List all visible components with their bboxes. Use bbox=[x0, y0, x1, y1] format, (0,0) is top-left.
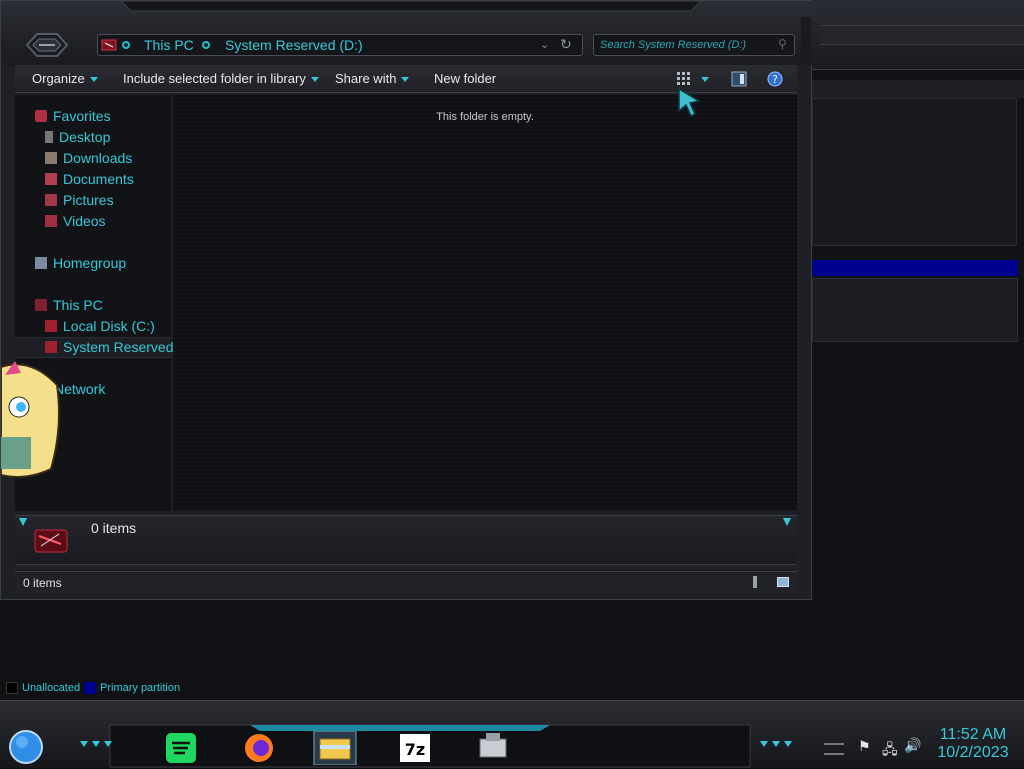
nav-local-disk[interactable]: Local Disk (C:) bbox=[45, 318, 155, 334]
share-label: Share with bbox=[335, 71, 397, 86]
address-bar[interactable]: This PC System Reserved (D:) ⌄ ↻ bbox=[97, 34, 583, 56]
videos-icon bbox=[45, 215, 57, 227]
nav-documents[interactable]: Documents bbox=[45, 171, 134, 187]
details-view-icon[interactable] bbox=[753, 576, 757, 588]
status-item-count: 0 items bbox=[23, 576, 62, 590]
large-icons-view-icon[interactable] bbox=[777, 577, 789, 587]
firefox-taskbar-button[interactable] bbox=[236, 731, 282, 765]
corner-ornament bbox=[783, 518, 791, 526]
volume-list[interactable] bbox=[812, 98, 1017, 246]
nav-favorites[interactable]: Favorites bbox=[35, 108, 111, 124]
include-label: Include selected folder in library bbox=[123, 71, 306, 86]
chevron-down-icon bbox=[89, 77, 98, 83]
downloads-icon bbox=[45, 152, 57, 164]
nav-system-reserved[interactable]: System Reserved bbox=[15, 337, 174, 358]
nav-desktop-label: Desktop bbox=[59, 129, 111, 145]
usb-drive-taskbar-button[interactable] bbox=[470, 731, 516, 765]
help-icon[interactable]: ? bbox=[767, 71, 783, 87]
legend-primary: Primary partition bbox=[84, 682, 181, 695]
star-icon bbox=[35, 110, 47, 122]
breadcrumb-system-reserved[interactable]: System Reserved (D:) bbox=[225, 37, 363, 53]
chevron-down-icon bbox=[401, 77, 410, 83]
background-toolbar bbox=[820, 25, 1024, 45]
primary-swatch bbox=[84, 682, 96, 695]
spotify-taskbar-button[interactable] bbox=[158, 731, 204, 765]
partition-legend: Unallocated Primary partition bbox=[0, 680, 1024, 700]
details-pane: 0 items bbox=[15, 515, 797, 565]
svg-text:?: ? bbox=[772, 73, 778, 86]
breadcrumb-separator-icon bbox=[122, 41, 130, 49]
details-item-count: 0 items bbox=[91, 520, 137, 536]
title-bar[interactable]: This PC System Reserved (D:) ⌄ ↻ ⚲ bbox=[1, 1, 813, 65]
desktop-icon bbox=[45, 131, 53, 143]
breadcrumb-this-pc[interactable]: This PC bbox=[144, 37, 194, 53]
pictures-icon bbox=[45, 194, 57, 206]
nav-favorites-label: Favorites bbox=[53, 108, 111, 124]
corner-ornament bbox=[19, 518, 27, 526]
refresh-icon[interactable]: ↻ bbox=[560, 36, 572, 53]
file-explorer-taskbar-button[interactable] bbox=[312, 731, 358, 765]
chevron-down-icon[interactable]: ⌄ bbox=[540, 38, 549, 51]
drive-icon bbox=[34, 529, 68, 553]
organize-button[interactable]: Organize bbox=[32, 71, 98, 86]
nav-this-pc[interactable]: This PC bbox=[35, 297, 103, 313]
selected-partition-bar[interactable] bbox=[812, 260, 1018, 276]
preview-pane-icon[interactable] bbox=[731, 71, 747, 87]
taskbar: 7z ⚑ 🖧 🔊 bbox=[0, 700, 1024, 768]
include-in-library-button[interactable]: Include selected folder in library bbox=[123, 71, 319, 86]
nav-local-disk-label: Local Disk (C:) bbox=[63, 318, 155, 334]
nav-videos[interactable]: Videos bbox=[45, 213, 106, 229]
cartoon-mascot-icon bbox=[1, 361, 60, 478]
explorer-window: This PC System Reserved (D:) ⌄ ↻ ⚲ Organ… bbox=[0, 0, 813, 600]
drive-icon bbox=[45, 320, 57, 332]
nav-pictures[interactable]: Pictures bbox=[45, 192, 114, 208]
background-header bbox=[812, 80, 1024, 98]
legend-primary-label: Primary partition bbox=[100, 682, 181, 694]
empty-folder-message: This folder is empty. bbox=[436, 111, 534, 123]
nav-homegroup-label: Homegroup bbox=[53, 255, 127, 271]
nav-system-reserved-label: System Reserved bbox=[63, 339, 174, 355]
unallocated-swatch bbox=[6, 682, 18, 695]
nav-pictures-label: Pictures bbox=[63, 192, 114, 208]
start-button[interactable] bbox=[6, 729, 46, 765]
disk-map[interactable] bbox=[812, 278, 1018, 342]
drive-icon bbox=[101, 39, 117, 51]
search-box[interactable]: ⚲ bbox=[593, 34, 795, 56]
volume-icon[interactable]: 🔊 bbox=[904, 738, 921, 754]
nav-homegroup[interactable]: Homegroup bbox=[35, 255, 126, 271]
show-hidden-icons-icon[interactable] bbox=[824, 743, 844, 755]
share-with-button[interactable]: Share with bbox=[335, 71, 410, 86]
chevron-down-icon bbox=[310, 77, 319, 83]
nav-downloads[interactable]: Downloads bbox=[45, 150, 132, 166]
action-center-flag-icon[interactable]: ⚑ bbox=[858, 739, 871, 755]
homegroup-icon bbox=[35, 257, 47, 269]
7zip-taskbar-button[interactable]: 7z bbox=[392, 731, 438, 765]
search-input[interactable] bbox=[598, 37, 774, 53]
nav-desktop[interactable]: Desktop bbox=[45, 129, 110, 145]
nav-videos-label: Videos bbox=[63, 213, 106, 229]
documents-icon bbox=[45, 173, 57, 185]
new-folder-button[interactable]: New folder bbox=[434, 71, 496, 86]
cursor-icon bbox=[678, 87, 701, 118]
computer-icon bbox=[35, 299, 47, 311]
drive-icon bbox=[45, 341, 57, 353]
search-icon[interactable]: ⚲ bbox=[778, 37, 787, 51]
clock-time: 11:52 AM bbox=[939, 726, 1007, 743]
system-clock[interactable]: 11:52 AM 10/2/2023 bbox=[930, 726, 1016, 762]
file-list[interactable]: This folder is empty. bbox=[173, 95, 797, 511]
clock-date: 10/2/2023 bbox=[937, 744, 1009, 761]
nav-documents-label: Documents bbox=[63, 171, 134, 187]
nav-this-pc-label: This PC bbox=[53, 297, 103, 313]
status-bar: 0 items bbox=[15, 571, 797, 593]
nav-downloads-label: Downloads bbox=[63, 150, 133, 166]
organize-label: Organize bbox=[32, 71, 85, 86]
legend-unallocated: Unallocated bbox=[6, 682, 81, 695]
view-options-button[interactable] bbox=[675, 71, 713, 87]
svg-text:7z: 7z bbox=[405, 740, 425, 759]
breadcrumb-separator-icon bbox=[202, 41, 210, 49]
network-icon[interactable]: 🖧 bbox=[882, 739, 898, 763]
legend-unallocated-label: Unallocated bbox=[22, 682, 81, 694]
nav-logo-icon[interactable] bbox=[25, 31, 69, 59]
